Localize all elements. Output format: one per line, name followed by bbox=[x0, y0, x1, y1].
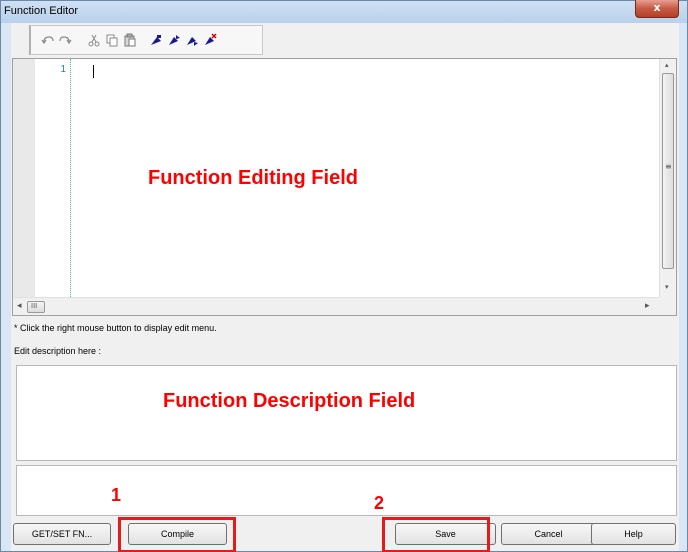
scroll-right-icon[interactable]: ▸ bbox=[645, 301, 650, 311]
editor-margin bbox=[13, 59, 35, 297]
thumb-grip-icon: III bbox=[31, 302, 38, 310]
bookmark-previous-icon[interactable] bbox=[185, 33, 199, 47]
scrollbar-corner bbox=[659, 297, 676, 315]
close-button[interactable]: x bbox=[635, 0, 679, 18]
scroll-left-icon[interactable]: ◂ bbox=[17, 301, 22, 311]
annotation-number-1: 1 bbox=[111, 485, 122, 505]
editor-toolbar bbox=[29, 25, 263, 55]
redo-icon[interactable] bbox=[58, 33, 72, 47]
line-number: 1 bbox=[60, 64, 66, 75]
save-highlight-box bbox=[382, 517, 490, 552]
copy-icon[interactable] bbox=[105, 33, 119, 47]
scroll-up-icon[interactable]: ▴ bbox=[665, 61, 669, 69]
vertical-scrollbar[interactable]: ▴ ≡ ▾ bbox=[659, 59, 676, 297]
annotation-number-2: 2 bbox=[374, 493, 385, 513]
function-description-field[interactable]: Function Description Field bbox=[16, 365, 677, 461]
cut-icon[interactable] bbox=[87, 33, 101, 47]
help-button[interactable]: Help bbox=[591, 523, 676, 545]
description-field-annotation: Function Description Field bbox=[163, 390, 416, 412]
paste-icon[interactable] bbox=[123, 33, 137, 47]
bookmark-next-icon[interactable] bbox=[167, 33, 181, 47]
vertical-scroll-thumb[interactable]: ≡ bbox=[662, 73, 674, 269]
line-number-gutter: 1 bbox=[35, 59, 71, 297]
cancel-button[interactable]: Cancel bbox=[501, 523, 596, 545]
edit-menu-hint: * Click the right mouse button to displa… bbox=[14, 323, 217, 333]
editor-client-area: 1 Function Editing Field ▴ ≡ ▾ ◂ III ▸ *… bbox=[11, 23, 679, 552]
text-caret bbox=[93, 65, 94, 78]
description-label: Edit description here : bbox=[14, 346, 102, 356]
compile-highlight-box bbox=[118, 517, 236, 552]
scroll-down-icon[interactable]: ▾ bbox=[665, 283, 669, 291]
horizontal-scrollbar[interactable]: ◂ III ▸ bbox=[13, 297, 659, 315]
undo-icon[interactable] bbox=[41, 33, 55, 47]
title-bar[interactable]: Function Editor x bbox=[1, 0, 687, 23]
window-title: Function Editor bbox=[4, 5, 78, 17]
bookmark-toggle-icon[interactable] bbox=[149, 33, 163, 47]
function-editor-window: Function Editor x 1 Function Editing Fie… bbox=[0, 0, 688, 552]
function-editing-field[interactable]: 1 Function Editing Field ▴ ≡ ▾ ◂ III ▸ bbox=[12, 58, 677, 316]
editing-field-annotation: Function Editing Field bbox=[148, 167, 358, 189]
bookmark-clear-icon[interactable] bbox=[203, 33, 217, 47]
get-set-fn-button[interactable]: GET/SET FN... bbox=[13, 523, 111, 545]
thumb-grip-icon: ≡ bbox=[665, 162, 672, 171]
close-icon: x bbox=[653, 1, 661, 14]
horizontal-scroll-thumb[interactable]: III bbox=[27, 301, 45, 313]
